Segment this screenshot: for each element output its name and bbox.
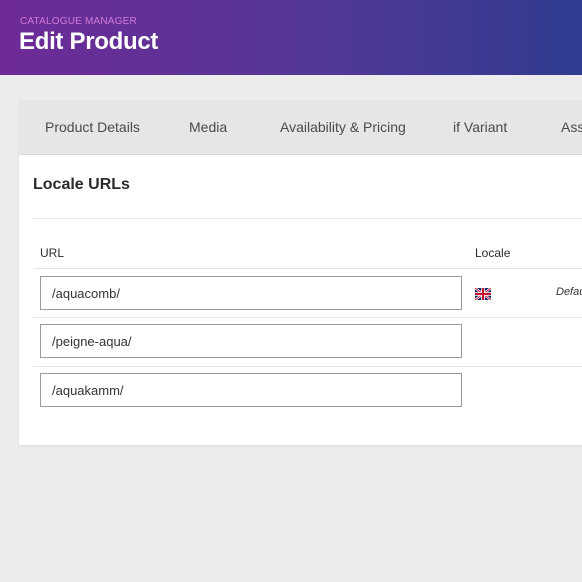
tab-bar: Product Details Media Availability & Pri… bbox=[19, 100, 582, 155]
tab-associations[interactable]: Ass bbox=[561, 100, 582, 155]
divider bbox=[33, 218, 582, 219]
page-header: CATALOGUE MANAGER Edit Product bbox=[0, 0, 582, 75]
url-input-1[interactable] bbox=[40, 276, 462, 310]
default-locale-label: Defau bbox=[556, 286, 582, 298]
row-divider bbox=[33, 317, 582, 318]
column-header-locale: Locale bbox=[475, 246, 511, 260]
tab-product-details[interactable]: Product Details bbox=[45, 100, 140, 155]
column-header-url: URL bbox=[40, 246, 65, 260]
url-input-2[interactable] bbox=[40, 324, 462, 358]
page-title: Edit Product bbox=[19, 28, 159, 55]
section-label: CATALOGUE MANAGER bbox=[20, 16, 137, 27]
tab-media[interactable]: Media bbox=[189, 100, 227, 155]
tab-availability-pricing[interactable]: Availability & Pricing bbox=[280, 100, 406, 155]
uk-flag-icon bbox=[474, 287, 492, 301]
edit-product-card: Product Details Media Availability & Pri… bbox=[19, 100, 582, 445]
url-input-3[interactable] bbox=[40, 373, 462, 407]
row-divider bbox=[33, 268, 582, 269]
row-divider bbox=[33, 366, 582, 367]
tab-if-variant[interactable]: if Variant bbox=[453, 100, 507, 155]
panel-title: Locale URLs bbox=[33, 176, 130, 193]
